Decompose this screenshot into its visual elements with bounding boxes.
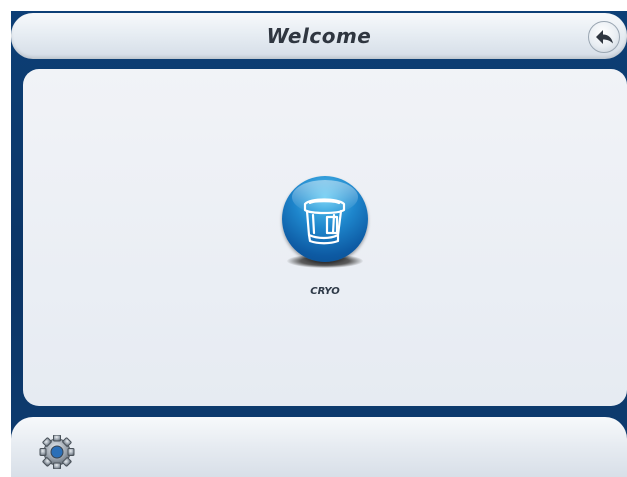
cryo-device-icon — [303, 198, 346, 245]
page-title: Welcome — [266, 24, 372, 48]
app-tile-cryo[interactable]: CRYO — [275, 176, 375, 306]
main-panel: CRYO — [23, 69, 627, 406]
settings-button[interactable] — [34, 434, 80, 470]
app-frame: Welcome CRYO — [11, 11, 627, 477]
gear-icon — [39, 434, 75, 470]
back-button[interactable] — [588, 21, 620, 53]
back-arrow-icon — [596, 30, 613, 44]
app-label-cryo: CRYO — [310, 286, 340, 297]
app-button-cryo[interactable] — [282, 176, 368, 262]
header-bar: Welcome — [11, 13, 627, 59]
footer-bar — [11, 417, 627, 477]
